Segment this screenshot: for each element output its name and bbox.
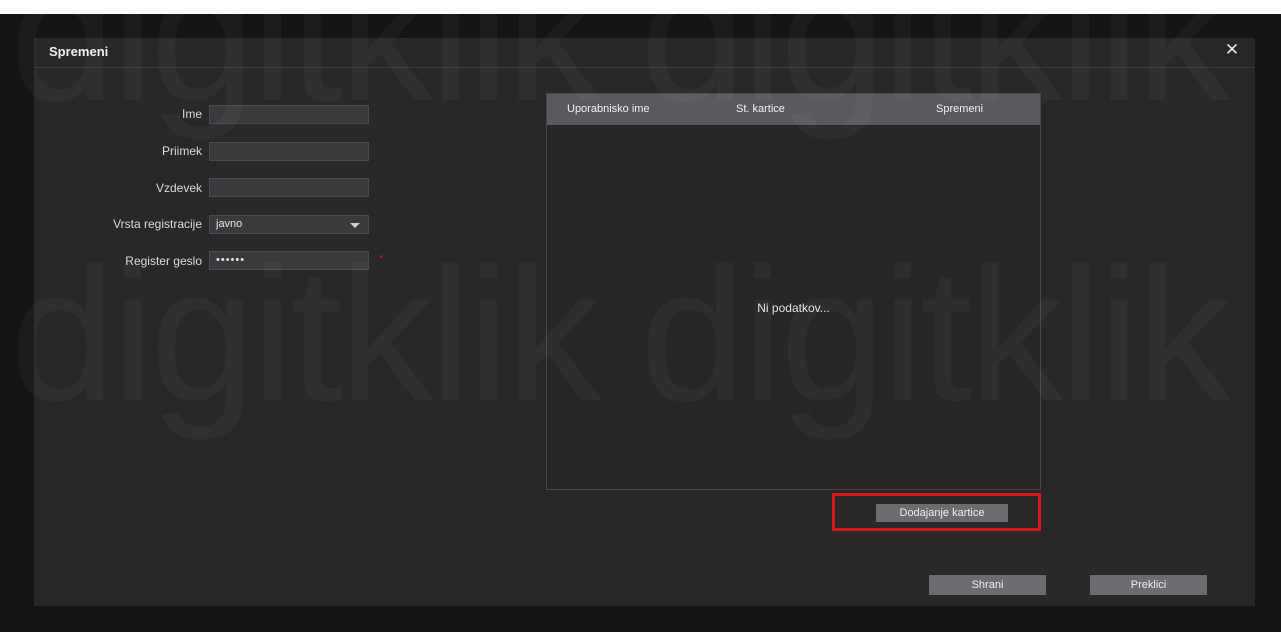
cancel-button[interactable]: Preklici	[1090, 575, 1207, 595]
table-header: Uporabnisko ime St. kartice Spremeni	[547, 94, 1040, 125]
column-header-card-number: St. kartice	[736, 103, 785, 115]
name-input[interactable]	[209, 105, 369, 124]
edit-dialog: Spremeni ✕ Ime Priimek Vzdevek Vrsta reg…	[34, 38, 1255, 606]
title-divider	[34, 67, 1255, 68]
top-strip	[0, 0, 1281, 14]
save-button[interactable]: Shrani	[929, 575, 1046, 595]
required-mark: *	[379, 253, 384, 265]
column-header-edit: Spremeni	[936, 103, 984, 115]
name-label: Ime	[181, 107, 202, 121]
close-icon[interactable]: ✕	[1223, 41, 1241, 59]
nickname-label: Vzdevek	[155, 181, 202, 195]
registration-type-label: Vrsta registracije	[113, 217, 202, 231]
register-password-input[interactable]: ••••••	[209, 251, 369, 270]
registration-type-value: javno	[216, 218, 243, 230]
add-card-button[interactable]: Dodajanje kartice	[876, 504, 1008, 522]
column-header-username: Uporabnisko ime	[567, 103, 650, 115]
surname-label: Priimek	[161, 144, 202, 158]
nickname-input[interactable]	[209, 178, 369, 197]
chevron-down-icon	[350, 223, 360, 228]
surname-input[interactable]	[209, 142, 369, 161]
dialog-title: Spremeni	[49, 44, 109, 59]
register-password-label: Register geslo	[125, 254, 202, 268]
empty-table-message: Ni podatkov...	[757, 301, 830, 315]
registration-type-select[interactable]: javno	[209, 215, 369, 234]
card-table: Uporabnisko ime St. kartice Spremeni Ni …	[546, 93, 1041, 490]
